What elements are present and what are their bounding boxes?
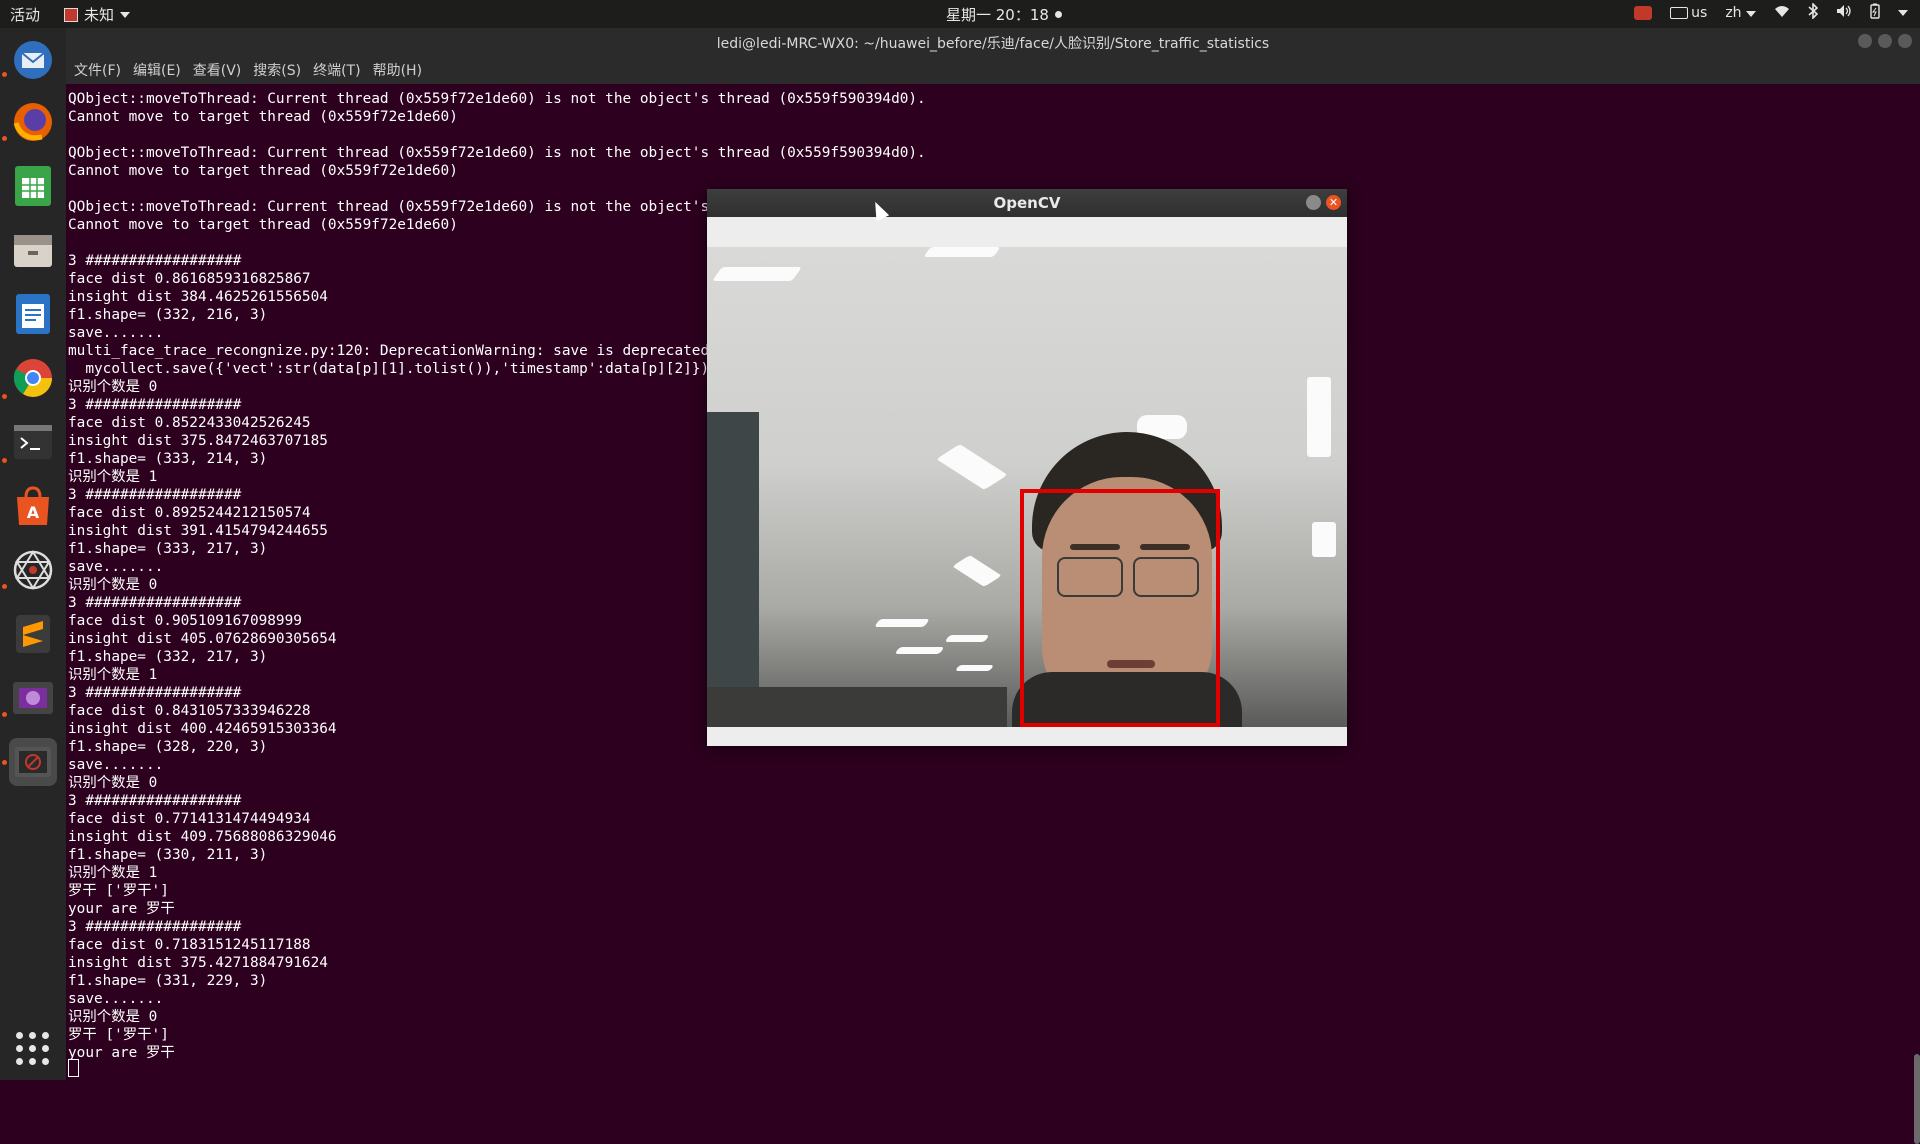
ceiling-light (874, 619, 930, 627)
notification-dot-icon (1054, 11, 1062, 18)
top-bar: 活动 未知 星期一 20：18 us zh (0, 0, 1920, 28)
clock[interactable]: 星期一 20：18 (946, 4, 1062, 25)
office-desks (707, 687, 1007, 727)
thunderbird-icon[interactable] (9, 36, 57, 84)
opencv-title: OpenCV (993, 194, 1061, 212)
opencv-window[interactable]: OpenCV ✕ (707, 189, 1347, 746)
sublime-icon[interactable] (9, 610, 57, 658)
system-menu-chevron-icon[interactable] (1898, 10, 1908, 16)
close-icon[interactable]: ✕ (1326, 195, 1341, 210)
menu-view[interactable]: 查看(V) (193, 60, 242, 80)
menu-file[interactable]: 文件(F) (74, 60, 121, 80)
app-menu[interactable]: 未知 (64, 4, 131, 25)
ceiling-light (923, 247, 1001, 257)
system-tray[interactable]: us zh (1634, 2, 1908, 23)
ceiling-light (1312, 522, 1336, 557)
running-indicator (2, 760, 7, 765)
keyboard-label: us (1691, 5, 1708, 21)
ceiling-light (1307, 377, 1331, 457)
menu-help[interactable]: 帮助(H) (373, 60, 422, 80)
opencv-status-strip (707, 727, 1347, 746)
app-menu-label: 未知 (84, 6, 115, 24)
running-indicator (2, 584, 7, 589)
chevron-down-icon (1746, 11, 1756, 17)
ceiling-light (936, 444, 1008, 490)
running-indicator (2, 136, 7, 141)
minimize-icon[interactable] (1306, 195, 1321, 210)
spreadsheet-icon[interactable] (9, 162, 57, 210)
close-icon[interactable] (1898, 34, 1912, 48)
input-method-label: zh (1725, 5, 1742, 21)
opencv-title-bar[interactable]: OpenCV ✕ (707, 189, 1347, 217)
menu-search[interactable]: 搜索(S) (253, 60, 301, 80)
running-indicator (2, 394, 7, 399)
ceiling-light (952, 555, 1002, 587)
document-icon[interactable] (9, 290, 57, 338)
terminal-cursor (68, 1058, 79, 1077)
glass-partition (707, 412, 759, 727)
running-indicator (2, 72, 7, 77)
keyboard-icon (1670, 7, 1689, 19)
face-detection-box (1020, 489, 1220, 727)
software-icon[interactable]: A (9, 482, 57, 530)
show-apps-icon[interactable] (16, 1032, 50, 1066)
bluetooth-icon[interactable] (1808, 2, 1819, 23)
battery-icon[interactable] (1870, 3, 1880, 23)
running-indicator (2, 712, 7, 717)
running-indicator (2, 458, 7, 463)
wifi-icon[interactable] (1774, 4, 1790, 22)
terminal-title-bar[interactable]: ledi@ledi-MRC-WX0: ~/huawei_before/乐迪/fa… (66, 28, 1920, 56)
files-icon[interactable] (9, 226, 57, 274)
network-icon[interactable] (9, 546, 57, 594)
clock-label: 星期一 20：18 (946, 6, 1049, 24)
dock: A (0, 28, 66, 1080)
activities-button[interactable]: 活动 (10, 4, 40, 25)
terminal-menu-bar: 文件(F) 编辑(E) 查看(V) 搜索(S) 终端(T) 帮助(H) (66, 56, 1920, 84)
camera-frame (707, 247, 1347, 727)
menu-terminal[interactable]: 终端(T) (313, 60, 360, 80)
video-icon[interactable] (9, 674, 57, 722)
firefox-icon[interactable] (9, 98, 57, 146)
app-menu-icon (64, 7, 78, 22)
ceiling-light (954, 665, 995, 671)
keyboard-layout[interactable]: us (1670, 5, 1707, 21)
opencv-app-icon[interactable] (9, 738, 57, 786)
window-controls (1858, 34, 1912, 48)
terminal-scrollbar[interactable] (1914, 1054, 1920, 1144)
menu-edit[interactable]: 编辑(E) (133, 60, 181, 80)
screen-record-icon[interactable] (1634, 6, 1653, 20)
minimize-icon[interactable] (1858, 34, 1872, 48)
chrome-icon[interactable] (9, 354, 57, 402)
maximize-icon[interactable] (1878, 34, 1892, 48)
ceiling-light (894, 647, 945, 654)
chevron-down-icon (120, 11, 131, 18)
input-method[interactable]: zh (1725, 5, 1756, 21)
terminal-icon[interactable] (9, 418, 57, 466)
ceiling-light (712, 267, 802, 281)
ceiling-light (944, 635, 990, 642)
svg-text:A: A (27, 503, 40, 522)
volume-icon[interactable] (1836, 4, 1852, 22)
terminal-title: ledi@ledi-MRC-WX0: ~/huawei_before/乐迪/fa… (716, 36, 1270, 52)
